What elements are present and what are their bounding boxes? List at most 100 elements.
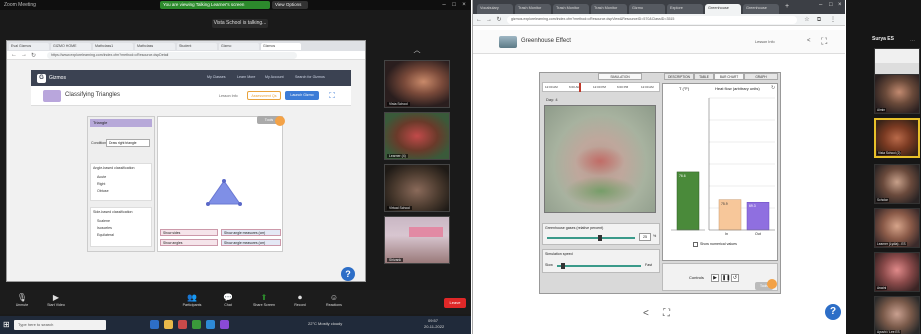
unmute-button[interactable]: 🎙 Unmute bbox=[6, 292, 38, 312]
speed-slider-track[interactable] bbox=[557, 265, 641, 267]
nav-my-classes[interactable]: My Classes bbox=[207, 75, 226, 79]
nav-search-gizmos[interactable]: Search for Gizmos bbox=[295, 75, 325, 79]
fullscreen-icon[interactable]: ⛶ bbox=[821, 36, 827, 47]
launch-gizmo-button[interactable]: Launch Gizmo bbox=[285, 91, 319, 100]
browser-tab[interactable]: Gizmo bbox=[219, 43, 259, 50]
angle-option-acute[interactable]: Acute bbox=[97, 175, 106, 179]
show-angles-checkbox[interactable]: Show angles bbox=[160, 239, 218, 246]
participant-video[interactable]: Virtual School bbox=[384, 164, 450, 212]
chrome-icon[interactable] bbox=[192, 320, 201, 329]
gas-value-input[interactable]: 25 bbox=[639, 233, 651, 241]
minimize-icon[interactable]: – bbox=[819, 2, 822, 8]
nav-my-account[interactable]: My Account bbox=[265, 75, 284, 79]
close-icon[interactable]: × bbox=[838, 2, 842, 8]
participant-tile[interactable]: Ayushi / Lee ES bbox=[874, 296, 920, 334]
side-option-equilateral[interactable]: Equilateral bbox=[97, 233, 114, 237]
condition-select[interactable]: Draw right triangle bbox=[106, 139, 150, 147]
tab-bar-chart[interactable]: BAR CHART bbox=[714, 73, 744, 80]
app-icon[interactable] bbox=[178, 320, 187, 329]
close-icon[interactable]: × bbox=[460, 1, 468, 9]
new-tab-icon[interactable]: + bbox=[785, 3, 789, 10]
tab-description[interactable]: DESCRIPTION bbox=[664, 73, 694, 80]
speed-slider-knob[interactable] bbox=[560, 263, 565, 269]
help-icon[interactable]: ? bbox=[341, 267, 355, 281]
browser-tab[interactable]: Eval Gizmos bbox=[9, 43, 49, 50]
time-of-day-timeline[interactable]: 12:00 AM 6:00 AM 12:00 PM 6:00 PM 12:00 … bbox=[542, 82, 660, 92]
browser-tab[interactable]: GIZMO HOME bbox=[51, 43, 91, 50]
fullscreen-icon[interactable]: ⛶ bbox=[327, 91, 337, 101]
forward-icon[interactable]: → bbox=[485, 16, 493, 24]
browser-tab[interactable]: Greenhouse bbox=[743, 4, 779, 14]
share-icon[interactable]: < bbox=[807, 38, 811, 44]
participants-button[interactable]: 👥 Participants bbox=[176, 292, 208, 312]
browser-tab[interactable]: Trash Monitor bbox=[553, 4, 589, 14]
share-icon[interactable]: < bbox=[643, 308, 649, 319]
show-sides-checkbox[interactable]: Show sides bbox=[160, 229, 218, 236]
browser-url-input[interactable]: gizmos.explorelearning.com/index.cfm?met… bbox=[507, 16, 797, 24]
taskbar-search-input[interactable]: Type here to search bbox=[14, 320, 106, 330]
timeline-marker[interactable] bbox=[579, 83, 581, 92]
participant-tile[interactable]: Scholar bbox=[874, 164, 920, 204]
participant-tile[interactable]: Aimin bbox=[874, 74, 920, 114]
zoom-icon[interactable] bbox=[206, 320, 215, 329]
reset-icon[interactable]: ↻ bbox=[771, 85, 775, 91]
triangle-canvas[interactable]: Show sides Show angle measures (cm) Show… bbox=[157, 116, 283, 252]
participant-tile-active[interactable]: Vista School (2) bbox=[874, 118, 920, 158]
leave-button[interactable]: Leave bbox=[444, 298, 466, 308]
browser-tab[interactable]: Trash Monitor bbox=[591, 4, 627, 14]
browser-tab[interactable]: Trash Monitor bbox=[515, 4, 551, 14]
participant-video[interactable]: Learner (4) bbox=[384, 112, 450, 160]
browser-tab-active[interactable]: Greenhouse bbox=[705, 4, 741, 14]
lesson-info-link[interactable]: Lesson Info bbox=[219, 94, 238, 98]
side-option-isosceles[interactable]: Isosceles bbox=[97, 226, 112, 230]
angle-option-obtuse[interactable]: Obtuse bbox=[97, 189, 109, 193]
show-angle-measures-checkbox[interactable]: Show angle measures (cm) bbox=[221, 229, 281, 236]
app-icon[interactable] bbox=[220, 320, 229, 329]
pause-icon[interactable]: ❚❚ bbox=[721, 274, 730, 282]
participant-video[interactable]: Shivank bbox=[384, 216, 450, 264]
angle-option-right[interactable]: Right bbox=[97, 182, 105, 186]
back-icon[interactable]: ← bbox=[475, 16, 483, 24]
chat-button[interactable]: 💬 Chat bbox=[212, 292, 244, 312]
assessment-button[interactable]: Assessment Qs bbox=[247, 91, 281, 100]
nav-learn-more[interactable]: Learn More bbox=[237, 75, 255, 79]
reload-icon[interactable]: ↻ bbox=[495, 16, 503, 24]
extensions-icon[interactable]: ⧉ bbox=[815, 16, 823, 24]
start-video-button[interactable]: ▶ Start Video bbox=[40, 292, 72, 312]
browser-tab[interactable]: Vocabulary bbox=[477, 4, 513, 14]
tab-graph[interactable]: GRAPH bbox=[744, 73, 778, 80]
browser-tab[interactable]: Explore bbox=[667, 4, 703, 14]
participant-tile[interactable]: Learner (Lydia) - ES bbox=[874, 208, 920, 248]
chevron-up-icon[interactable]: ︿ bbox=[412, 45, 422, 55]
lesson-info-link[interactable]: Lesson Info bbox=[755, 40, 775, 44]
menu-icon[interactable]: ⋮ bbox=[829, 16, 837, 24]
show-numerical-checkbox[interactable] bbox=[693, 242, 698, 247]
record-button[interactable]: ⏺ Record bbox=[284, 292, 316, 312]
more-options-icon[interactable]: ⋯ bbox=[910, 38, 915, 44]
minimize-icon[interactable]: – bbox=[440, 1, 448, 9]
share-screen-button[interactable]: ⬆ Share Screen bbox=[248, 292, 280, 312]
maximize-icon[interactable]: □ bbox=[450, 1, 458, 9]
browser-tab-active[interactable]: Gizmos bbox=[261, 43, 301, 50]
play-icon[interactable]: ▶ bbox=[711, 274, 719, 282]
browser-tab[interactable]: Gizmo bbox=[629, 4, 665, 14]
browser-tab[interactable]: Mathclass bbox=[135, 43, 175, 50]
side-option-scalene[interactable]: Scalene bbox=[97, 219, 110, 223]
bookmark-star-icon[interactable]: ☆ bbox=[803, 16, 811, 24]
browser-url-input[interactable]: https://www.explorelearning.com/index.cf… bbox=[47, 52, 297, 59]
reload-icon[interactable]: ↻ bbox=[31, 52, 36, 59]
tab-simulation[interactable]: SIMULATION bbox=[598, 73, 642, 80]
participant-video[interactable]: Vista School bbox=[384, 60, 450, 108]
expand-icon[interactable]: ⛶ bbox=[663, 308, 670, 319]
browser-tab[interactable]: Student bbox=[177, 43, 217, 50]
browser-tab[interactable]: Mathclass1 bbox=[93, 43, 133, 50]
participant-tile[interactable]: Aswini bbox=[874, 252, 920, 292]
help-icon[interactable]: ? bbox=[825, 304, 841, 320]
back-icon[interactable]: ← bbox=[11, 52, 17, 58]
explorer-icon[interactable] bbox=[164, 320, 173, 329]
reset-icon[interactable]: ↺ bbox=[731, 274, 739, 282]
show-angle-measures-checkbox-2[interactable]: Show angle measures (cm) bbox=[221, 239, 281, 246]
gas-slider-track[interactable] bbox=[547, 237, 635, 239]
forward-icon[interactable]: → bbox=[21, 52, 27, 58]
view-options-button[interactable]: View Options bbox=[272, 1, 308, 9]
